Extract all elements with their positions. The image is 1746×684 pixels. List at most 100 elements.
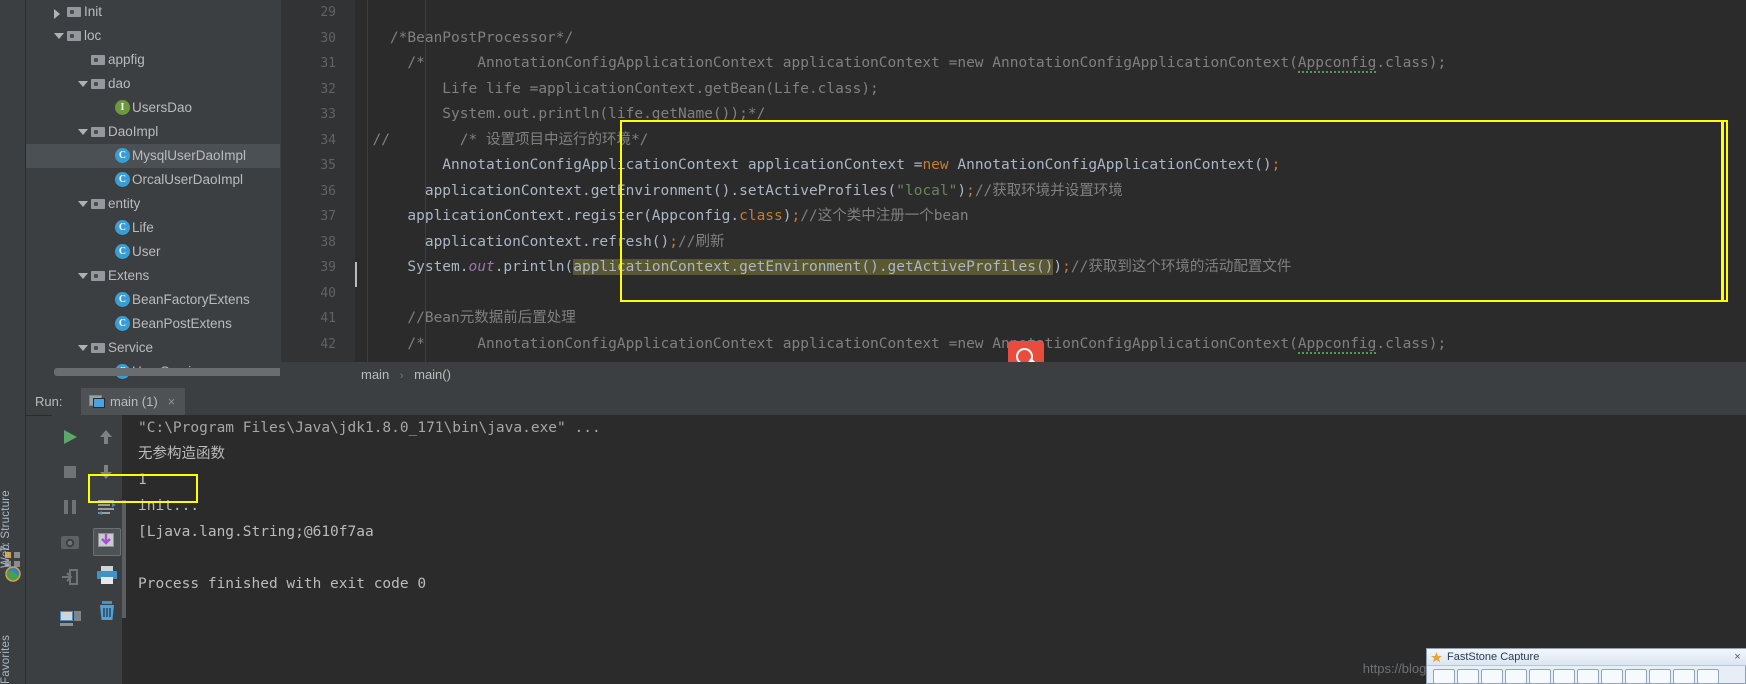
tree-item-usersdao[interactable]: UsersDao xyxy=(26,96,280,120)
chevron-down-icon[interactable] xyxy=(52,24,65,48)
capture-region-button[interactable] xyxy=(1457,669,1479,684)
code-token: ; xyxy=(669,233,679,250)
tree-item-loc[interactable]: loc xyxy=(26,24,280,48)
arrow-up-icon[interactable] xyxy=(96,427,116,447)
code-line[interactable] xyxy=(355,281,1746,307)
sidebar-tab-web[interactable]: Web xyxy=(0,508,25,568)
code-line[interactable]: applicationContext.refresh();//刷新 xyxy=(355,230,1746,256)
capture-fullscreen-button[interactable] xyxy=(1481,669,1503,684)
code-line[interactable]: //Bean元数据前后置处理 xyxy=(355,306,1746,332)
code-line[interactable]: /* AnnotationConfigApplicationContext ap… xyxy=(355,332,1746,358)
chevron-down-icon[interactable] xyxy=(76,72,89,96)
chevron-down-icon[interactable] xyxy=(76,336,89,360)
camera-button[interactable] xyxy=(60,532,80,552)
scroll-to-end-button[interactable] xyxy=(93,528,121,556)
sidebar-tab-favorites[interactable]: Favorites xyxy=(0,586,25,684)
text-caret xyxy=(355,262,357,287)
code-token: Appconfig xyxy=(1297,55,1377,73)
code-token: Appconfig xyxy=(1297,335,1377,354)
tree-item-orcaluserdaoimpl[interactable]: OrcalUserDaoImpl xyxy=(26,168,280,192)
capture-output-button[interactable] xyxy=(1601,669,1623,684)
code-line[interactable]: AnnotationConfigApplicationContext appli… xyxy=(355,153,1746,179)
exit-button[interactable] xyxy=(60,567,80,587)
chevron-down-icon[interactable] xyxy=(76,120,89,144)
code-line[interactable]: /*BeanPostProcessor*/ xyxy=(355,26,1746,52)
code-fold-column[interactable] xyxy=(345,0,355,362)
code-line[interactable]: System.out.println(life.getName());*/ xyxy=(355,102,1746,128)
folder-icon xyxy=(65,24,84,48)
print-button[interactable] xyxy=(96,565,117,585)
code-token: new xyxy=(922,157,949,173)
trash-icon[interactable] xyxy=(96,600,116,620)
tree-item-extens[interactable]: Extens xyxy=(26,264,280,288)
tree-item-daoimpl[interactable]: DaoImpl xyxy=(26,120,280,144)
line-number: 33 xyxy=(320,107,336,122)
stop-button[interactable] xyxy=(60,462,80,482)
tree-item-beanfactoryextens[interactable]: BeanFactoryExtens xyxy=(26,288,280,312)
chevron-down-icon[interactable] xyxy=(76,192,89,216)
code-line[interactable]: applicationContext.register(Appconfig.cl… xyxy=(355,204,1746,230)
tree-item-beanpostextens[interactable]: BeanPostExtens xyxy=(26,312,280,336)
tree-item-entity[interactable]: entity xyxy=(26,192,280,216)
breadcrumb-item-method[interactable]: main() xyxy=(414,367,451,382)
capture-settings-button[interactable] xyxy=(1577,669,1599,684)
soft-wrap-button[interactable] xyxy=(96,497,116,517)
interface-icon xyxy=(113,96,132,120)
capture-help-button[interactable] xyxy=(1697,669,1719,684)
faststone-capture-bar[interactable]: FastStone Capture × xyxy=(1426,648,1746,684)
close-icon[interactable]: × xyxy=(1731,651,1744,664)
code-token: // /* 设置项目中运行的环境*/ xyxy=(355,131,649,148)
code-line[interactable]: Life life =applicationContext.getBean(Li… xyxy=(355,77,1746,103)
tree-item-life[interactable]: Life xyxy=(26,216,280,240)
arrow-down-icon[interactable] xyxy=(96,462,116,482)
capture-edit-button[interactable] xyxy=(1625,669,1647,684)
run-toolbar-right[interactable] xyxy=(88,415,122,684)
tree-item-appfig[interactable]: appfig xyxy=(26,48,280,72)
code-line[interactable]: /* AnnotationConfigApplicationContext ap… xyxy=(355,51,1746,77)
console-scrollbar[interactable] xyxy=(122,500,126,618)
tree-item-init[interactable]: Init xyxy=(26,0,280,24)
pause-button[interactable] xyxy=(60,497,80,517)
capture-window-button[interactable] xyxy=(1433,669,1455,684)
capture-email-button[interactable] xyxy=(1649,669,1671,684)
line-number-gutter: 29 30 31 32 33 34 35 36 37 38 39 40 41 42 xyxy=(281,0,345,362)
code-token: applicationContext.getEnvironment().setA… xyxy=(355,182,897,199)
code-editor[interactable]: 29 30 31 32 33 34 35 36 37 38 39 40 41 42 /*BeanPostP… xyxy=(281,0,1746,376)
project-tree[interactable]: Init loc appfig daoUsersDao DaoImpl MysqlUser… xyxy=(26,0,280,384)
chevron-right-icon[interactable] xyxy=(52,0,65,24)
code-line[interactable]: applicationContext.getEnvironment().setA… xyxy=(355,179,1746,205)
capture-freehand-button[interactable] xyxy=(1529,669,1551,684)
tree-item-label: OrcalUserDaoImpl xyxy=(132,172,244,187)
tree-item-mysqluserdaoimpl[interactable]: MysqlUserDaoImpl xyxy=(26,144,280,168)
code-line[interactable] xyxy=(355,0,1746,26)
console-line: [Ljava.lang.String;@610f7aa xyxy=(138,524,374,540)
folder-icon xyxy=(89,192,108,216)
console-button[interactable] xyxy=(60,610,81,630)
tree-item-label: Init xyxy=(84,4,103,19)
capture-video-button[interactable] xyxy=(1553,669,1575,684)
tree-item-service[interactable]: Service xyxy=(26,336,280,360)
code-line[interactable]: System.out.println(applicationContext.ge… xyxy=(355,255,1746,281)
code-token: ; xyxy=(1271,157,1281,173)
tree-horizontal-scrollbar[interactable] xyxy=(54,368,280,376)
close-icon[interactable]: × xyxy=(168,388,176,415)
code-token: /* AnnotationConfigApplicationContext ap… xyxy=(355,335,1298,352)
line-number: 37 xyxy=(320,209,336,224)
tree-item-dao[interactable]: dao xyxy=(26,72,280,96)
rerun-button[interactable] xyxy=(60,427,80,447)
capture-scroll-button[interactable] xyxy=(1505,669,1527,684)
code-line[interactable]: // /* 设置项目中运行的环境*/ xyxy=(355,128,1746,154)
run-toolbar-left[interactable] xyxy=(52,415,88,684)
tree-item-user[interactable]: User xyxy=(26,240,280,264)
code-text-area[interactable]: /*BeanPostProcessor*/ /* AnnotationConfi… xyxy=(355,0,1746,362)
breadcrumb[interactable]: main › main() xyxy=(281,362,1746,387)
code-token: Life life =applicationContext.getBean(Li… xyxy=(355,80,879,97)
run-tab-main[interactable]: main (1) × xyxy=(81,388,186,415)
code-token: ) xyxy=(782,208,792,224)
chevron-down-icon[interactable] xyxy=(76,264,89,288)
capture-print-button[interactable] xyxy=(1673,669,1695,684)
folder-icon xyxy=(89,264,108,288)
console-output[interactable]: "C:\Program Files\Java\jdk1.8.0_171\bin\… xyxy=(122,415,1746,684)
breadcrumb-item-class[interactable]: main xyxy=(361,367,389,382)
